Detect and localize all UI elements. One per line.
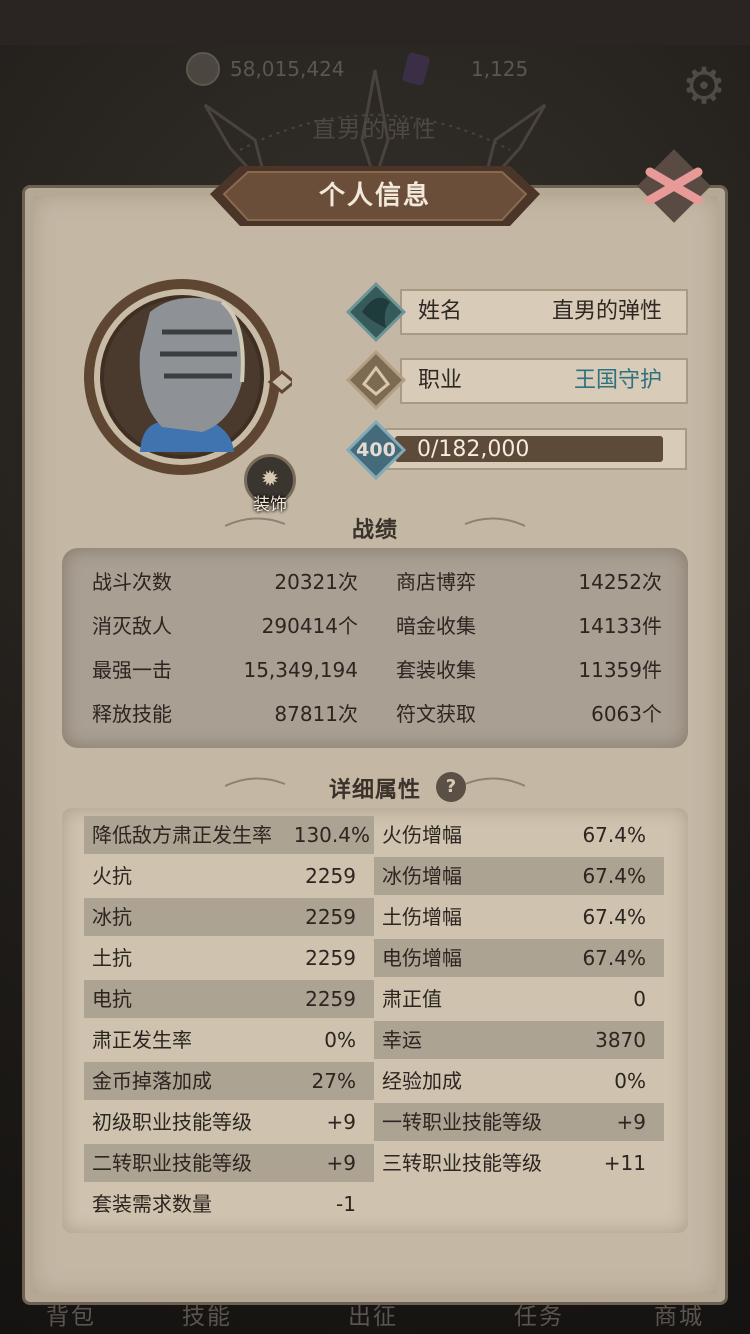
experience-row: 0/182,000: [385, 428, 687, 470]
job-row: 职业 王国守护: [400, 358, 688, 404]
attribute-row: 土抗 2259: [92, 946, 356, 970]
attribute-row: 肃正发生率 0%: [92, 1028, 356, 1052]
job-badge-icon: [346, 350, 406, 410]
level-value: 400: [356, 439, 396, 461]
attributes-title: 详细属性: [328, 778, 421, 803]
job-value: 王国守护: [573, 368, 662, 393]
top-bar-background: [0, 0, 750, 45]
record-item: 商店博弈 14252次: [396, 570, 662, 594]
attribute-row: 土伤增幅 67.4%: [382, 905, 646, 929]
attribute-row: 三转职业技能等级 +11: [382, 1151, 646, 1175]
attribute-row: 冰伤增幅 67.4%: [374, 857, 664, 895]
job-label: 职业: [418, 368, 463, 393]
record-item: 符文获取 6063个: [396, 702, 662, 726]
attribute-row: 电伤增幅 67.4%: [374, 939, 664, 977]
record-item: 暗金收集 14133件: [396, 614, 662, 638]
record-item: 最强一击 15,349,194: [92, 658, 358, 682]
attribute-row: 火抗 2259: [92, 864, 356, 888]
record-item: 释放技能 87811次: [92, 702, 358, 726]
attributes-box: 降低敌方肃正发生率 130.4% 火抗 2259 冰抗 2259 土抗 2259 电抗 2…: [62, 808, 688, 1233]
attribute-row: 降低敌方肃正发生率 130.4%: [84, 816, 374, 854]
tab-skills[interactable]: 技能: [182, 1300, 232, 1334]
name-value: 直男的弹性: [551, 299, 662, 324]
tab-shop[interactable]: 商城: [654, 1300, 704, 1334]
record-item: 消灭敌人 290414个: [92, 614, 358, 638]
record-item: 套装收集 11359件: [396, 658, 662, 682]
experience-text: 0/182,000: [417, 437, 530, 462]
panel-title: 个人信息: [318, 181, 431, 211]
name-row: 姓名 直男的弹性: [400, 289, 688, 335]
attribute-row: 二转职业技能等级 +9: [84, 1144, 374, 1182]
close-button[interactable]: [636, 148, 712, 224]
avatar: [84, 279, 292, 475]
help-icon[interactable]: ?: [436, 772, 466, 802]
records-box: 战斗次数 20321次 商店博弈 14252次 消灭敌人 290414个 暗金收集 14…: [62, 548, 688, 748]
attribute-row: 电抗 2259: [84, 980, 374, 1018]
attribute-row: 一转职业技能等级 +9: [374, 1103, 664, 1141]
records-title: 战绩: [351, 518, 398, 543]
attribute-row: 火伤增幅 67.4%: [382, 823, 646, 847]
attribute-row: 金币掉落加成 27%: [84, 1062, 374, 1100]
background-player-name: 直男的弹性: [312, 117, 438, 143]
attribute-row: 冰抗 2259: [84, 898, 374, 936]
name-label: 姓名: [418, 299, 463, 324]
tab-quests[interactable]: 任务: [514, 1300, 564, 1334]
attribute-row: 经验加成 0%: [382, 1069, 646, 1093]
attribute-row: 初级职业技能等级 +9: [92, 1110, 356, 1134]
gear-badge-icon: ✹: [260, 467, 280, 492]
record-item: 战斗次数 20321次: [92, 570, 358, 594]
tab-expedition[interactable]: 出征: [348, 1300, 398, 1334]
attribute-row: 套装需求数量 -1: [92, 1192, 356, 1216]
tab-backpack[interactable]: 背包: [46, 1300, 96, 1334]
name-badge-icon: [346, 282, 406, 342]
attribute-row: 肃正值 0: [382, 987, 646, 1011]
attribute-row: 幸运 3870: [374, 1021, 664, 1059]
